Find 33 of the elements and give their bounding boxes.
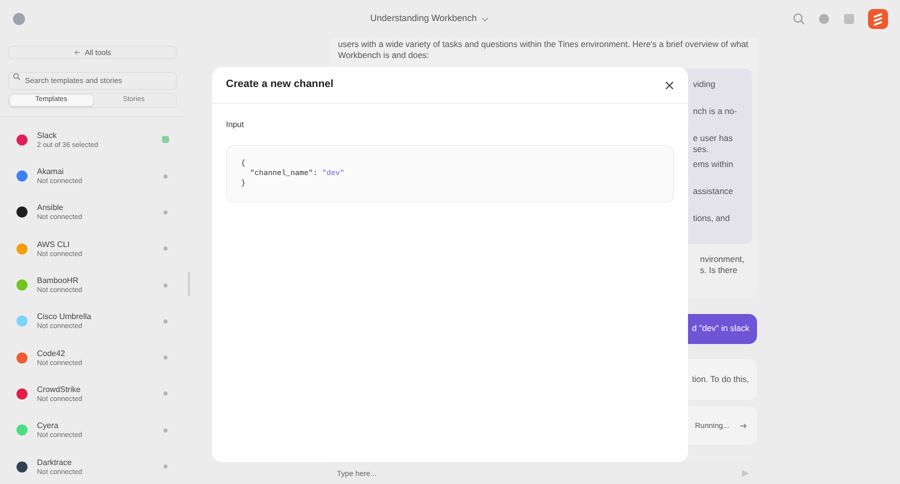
input-label: Input [226,119,245,131]
message-text: tions, and [693,213,730,224]
dialog-title: Create a new channel [226,77,334,92]
message-text: ses. [693,144,709,155]
message-text: viding [693,79,716,90]
expand-icon[interactable] [739,422,748,430]
tool-name: Ansible [37,202,64,214]
message-text: ems within [693,159,734,170]
message-text: nvironment, [700,254,744,265]
message-text: d "dev" in slack [692,322,750,336]
close-icon[interactable] [665,80,674,90]
message-text: nch is a no- [693,106,737,117]
message-text: s. Is there [700,265,738,276]
chevron-down-icon[interactable] [480,15,489,23]
tool-name: CrowdStrike [37,384,82,395]
tool-name: Code42 [37,348,66,359]
message-text: tion. To do this, [692,373,750,386]
tool-name: Cisco Umbrella [37,311,92,322]
arrow-left-icon [74,49,81,56]
tool-name: AWS CLI [37,238,71,250]
search-icon [13,72,20,80]
message-text: assistance [693,186,734,197]
conversation-title[interactable]: Understanding Workbench [370,12,477,26]
message-text: e user has [693,133,733,144]
send-icon[interactable] [741,468,750,478]
tool-name: Cyera [37,420,60,432]
logo-icon[interactable] [868,9,888,29]
tool-name: BambooHR [37,275,80,286]
search-icon[interactable] [793,13,805,25]
tool-name: Slack [37,130,58,141]
message-text: users with a wide variety of tasks and questions within the Tines environment. Here's a brief overview of what Workbench is and does: [338,38,749,61]
tool-name: Akamai [37,166,65,178]
tool-name: Darktrace [37,456,73,468]
